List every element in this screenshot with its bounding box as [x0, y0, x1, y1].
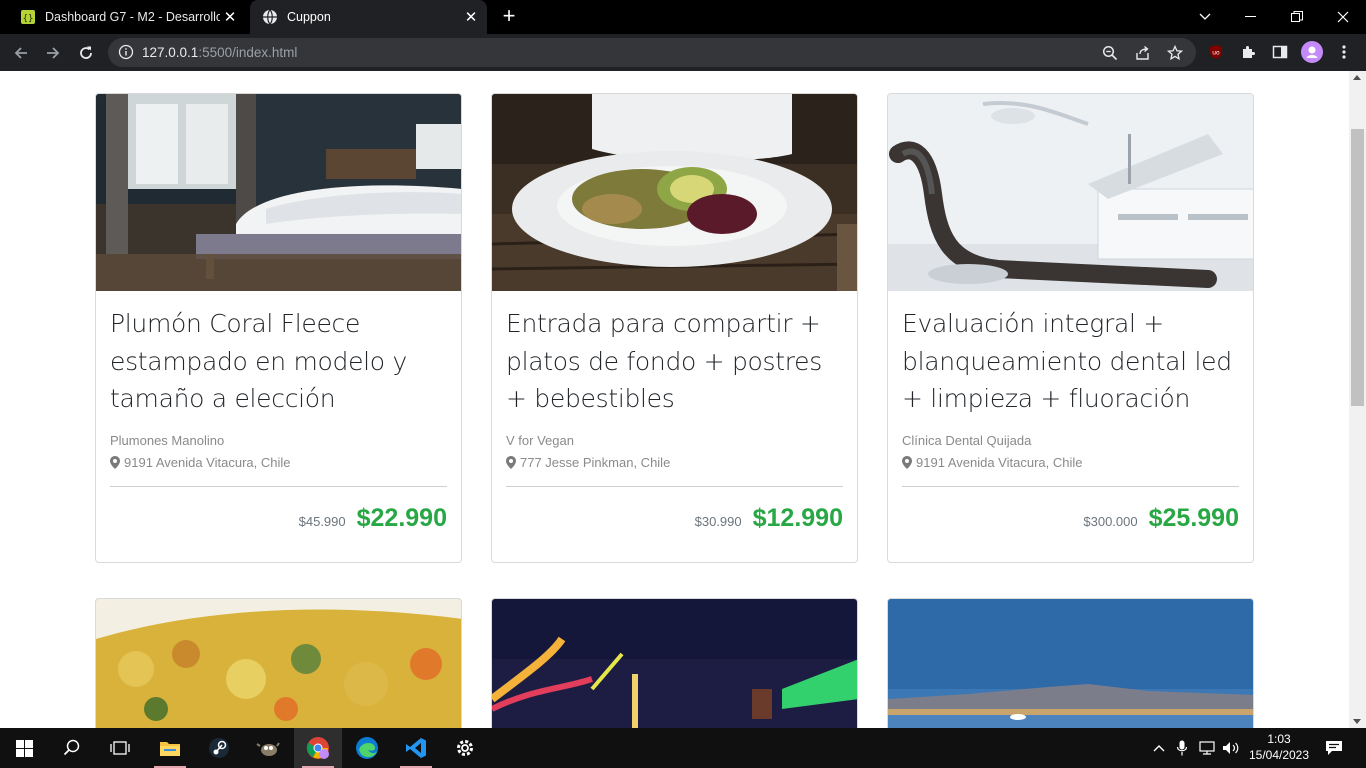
original-price: $300.000 [1083, 513, 1138, 529]
show-hidden-icons-chevron-icon[interactable] [1150, 728, 1168, 768]
original-price: $30.990 [694, 513, 742, 529]
scrollbar-thumb[interactable] [1351, 129, 1364, 406]
curry-food-photo[interactable] [96, 599, 461, 728]
deal-title[interactable]: Evaluación integral + blanqueamiento den… [902, 305, 1239, 418]
price-row: $30.990 $12.990 [506, 487, 843, 562]
deal-location: 777 Jesse Pinkman, Chile [506, 454, 843, 472]
page-scrollbar[interactable] [1349, 71, 1366, 728]
windows-start-icon[interactable] [0, 728, 48, 768]
deal-price: $25.990 [1148, 503, 1239, 532]
scroll-up-arrow-icon[interactable] [1353, 75, 1361, 80]
deal-price: $22.990 [356, 503, 447, 532]
profile-avatar-icon[interactable] [1301, 41, 1323, 63]
svg-text:{}: {} [23, 14, 34, 24]
side-panel-icon[interactable] [1269, 41, 1291, 63]
map-marker-icon [506, 456, 516, 469]
close-window-button[interactable] [1320, 0, 1366, 34]
deal-location: 9191 Avenida Vitacura, Chile [110, 454, 447, 472]
chrome-icon[interactable] [294, 728, 342, 768]
url-path: :5500/index.html [198, 45, 298, 60]
minimize-button[interactable] [1228, 0, 1274, 34]
deal-card[interactable]: Evaluación integral + blanqueamiento den… [887, 93, 1254, 563]
settings-icon[interactable] [441, 728, 489, 768]
forward-button[interactable] [40, 40, 66, 66]
price-row: $45.990 $22.990 [110, 487, 447, 562]
deal-card[interactable]: Plumón Coral Fleece estampado en modelo … [95, 93, 462, 563]
back-button[interactable] [8, 40, 34, 66]
notification-center-icon[interactable] [1318, 728, 1350, 768]
zoom-icon[interactable] [1100, 43, 1120, 63]
edge-icon[interactable] [343, 728, 391, 768]
deal-card[interactable] [95, 598, 462, 728]
vscode-icon[interactable] [392, 728, 440, 768]
browser-tab-strip: {} Dashboard G7 - M2 - Desarrollo ✕ Cupp… [0, 0, 1366, 34]
page-viewport: Plumón Coral Fleece estampado en modelo … [0, 71, 1349, 728]
close-tab-icon[interactable]: ✕ [220, 7, 240, 27]
restore-button[interactable] [1274, 0, 1320, 34]
original-price: $45.990 [298, 513, 346, 529]
url-host: 127.0.0.1 [142, 45, 199, 60]
tab-search-chevron-icon[interactable] [1182, 0, 1228, 34]
close-tab-icon[interactable]: ✕ [461, 7, 481, 27]
system-clock[interactable]: 1:03 15/04/2023 [1246, 731, 1312, 763]
tab-cuppon[interactable]: Cuppon ✕ [250, 0, 487, 34]
microphone-icon[interactable] [1173, 728, 1191, 768]
tab-title: Dashboard G7 - M2 - Desarrollo [45, 10, 220, 24]
tab-title: Cuppon [287, 10, 331, 24]
network-icon[interactable] [1196, 728, 1218, 768]
tab-dashboard[interactable]: {} Dashboard G7 - M2 - Desarrollo ✕ [8, 0, 246, 34]
salad-plate-photo[interactable] [492, 94, 857, 291]
merchant-name: Clínica Dental Quijada [902, 432, 1032, 448]
volume-icon[interactable] [1220, 728, 1242, 768]
deal-card[interactable]: Entrada para compartir + platos de fondo… [491, 93, 858, 563]
bookmark-star-icon[interactable] [1165, 43, 1185, 63]
deal-price: $12.990 [752, 503, 843, 532]
merchant-name: V for Vegan [506, 432, 574, 448]
address-text: 777 Jesse Pinkman, Chile [520, 455, 671, 470]
deal-location: 9191 Avenida Vitacura, Chile [902, 454, 1239, 472]
site-info-icon[interactable] [118, 44, 134, 65]
new-tab-button[interactable]: + [497, 5, 521, 29]
browser-toolbar: 127.0.0.1:5500/index.html uo [0, 34, 1366, 71]
reload-button[interactable] [73, 40, 99, 66]
ublock-origin-icon[interactable]: uo [1205, 41, 1227, 63]
file-explorer-icon[interactable] [146, 728, 194, 768]
extensions-puzzle-icon[interactable] [1237, 41, 1259, 63]
dashboard-favicon-icon: {} [20, 9, 36, 25]
chrome-menu-icon[interactable] [1333, 41, 1355, 63]
merchant-name: Plumones Manolino [110, 432, 225, 448]
map-marker-icon [902, 456, 912, 469]
amusement-park-night-photo[interactable] [492, 599, 857, 728]
deal-title[interactable]: Plumón Coral Fleece estampado en modelo … [110, 305, 447, 418]
price-row: $300.000 $25.990 [902, 487, 1239, 562]
clock-date: 15/04/2023 [1248, 748, 1310, 762]
scroll-down-arrow-icon[interactable] [1353, 719, 1361, 724]
map-marker-icon [110, 456, 120, 469]
windows-taskbar: 1:03 15/04/2023 [0, 728, 1366, 768]
address-text: 9191 Avenida Vitacura, Chile [124, 455, 291, 470]
url-text[interactable]: 127.0.0.1:5500/index.html [142, 45, 297, 60]
svg-text:uo: uo [1212, 50, 1220, 57]
clock-time: 1:03 [1267, 732, 1291, 746]
steam-icon[interactable] [195, 728, 243, 768]
task-view-icon[interactable] [96, 728, 144, 768]
address-text: 9191 Avenida Vitacura, Chile [916, 455, 1083, 470]
deal-card[interactable] [887, 598, 1254, 728]
deal-title[interactable]: Entrada para compartir + platos de fondo… [506, 305, 843, 418]
gimp-icon[interactable] [244, 728, 292, 768]
address-bar[interactable]: 127.0.0.1:5500/index.html [108, 38, 1196, 67]
lake-mountain-photo[interactable] [888, 599, 1253, 728]
bedroom-photo[interactable] [96, 94, 461, 291]
globe-icon [262, 9, 278, 25]
dental-chair-photo[interactable] [888, 94, 1253, 291]
search-icon[interactable] [48, 728, 96, 768]
share-icon[interactable] [1133, 43, 1153, 63]
deal-card[interactable] [491, 598, 858, 728]
